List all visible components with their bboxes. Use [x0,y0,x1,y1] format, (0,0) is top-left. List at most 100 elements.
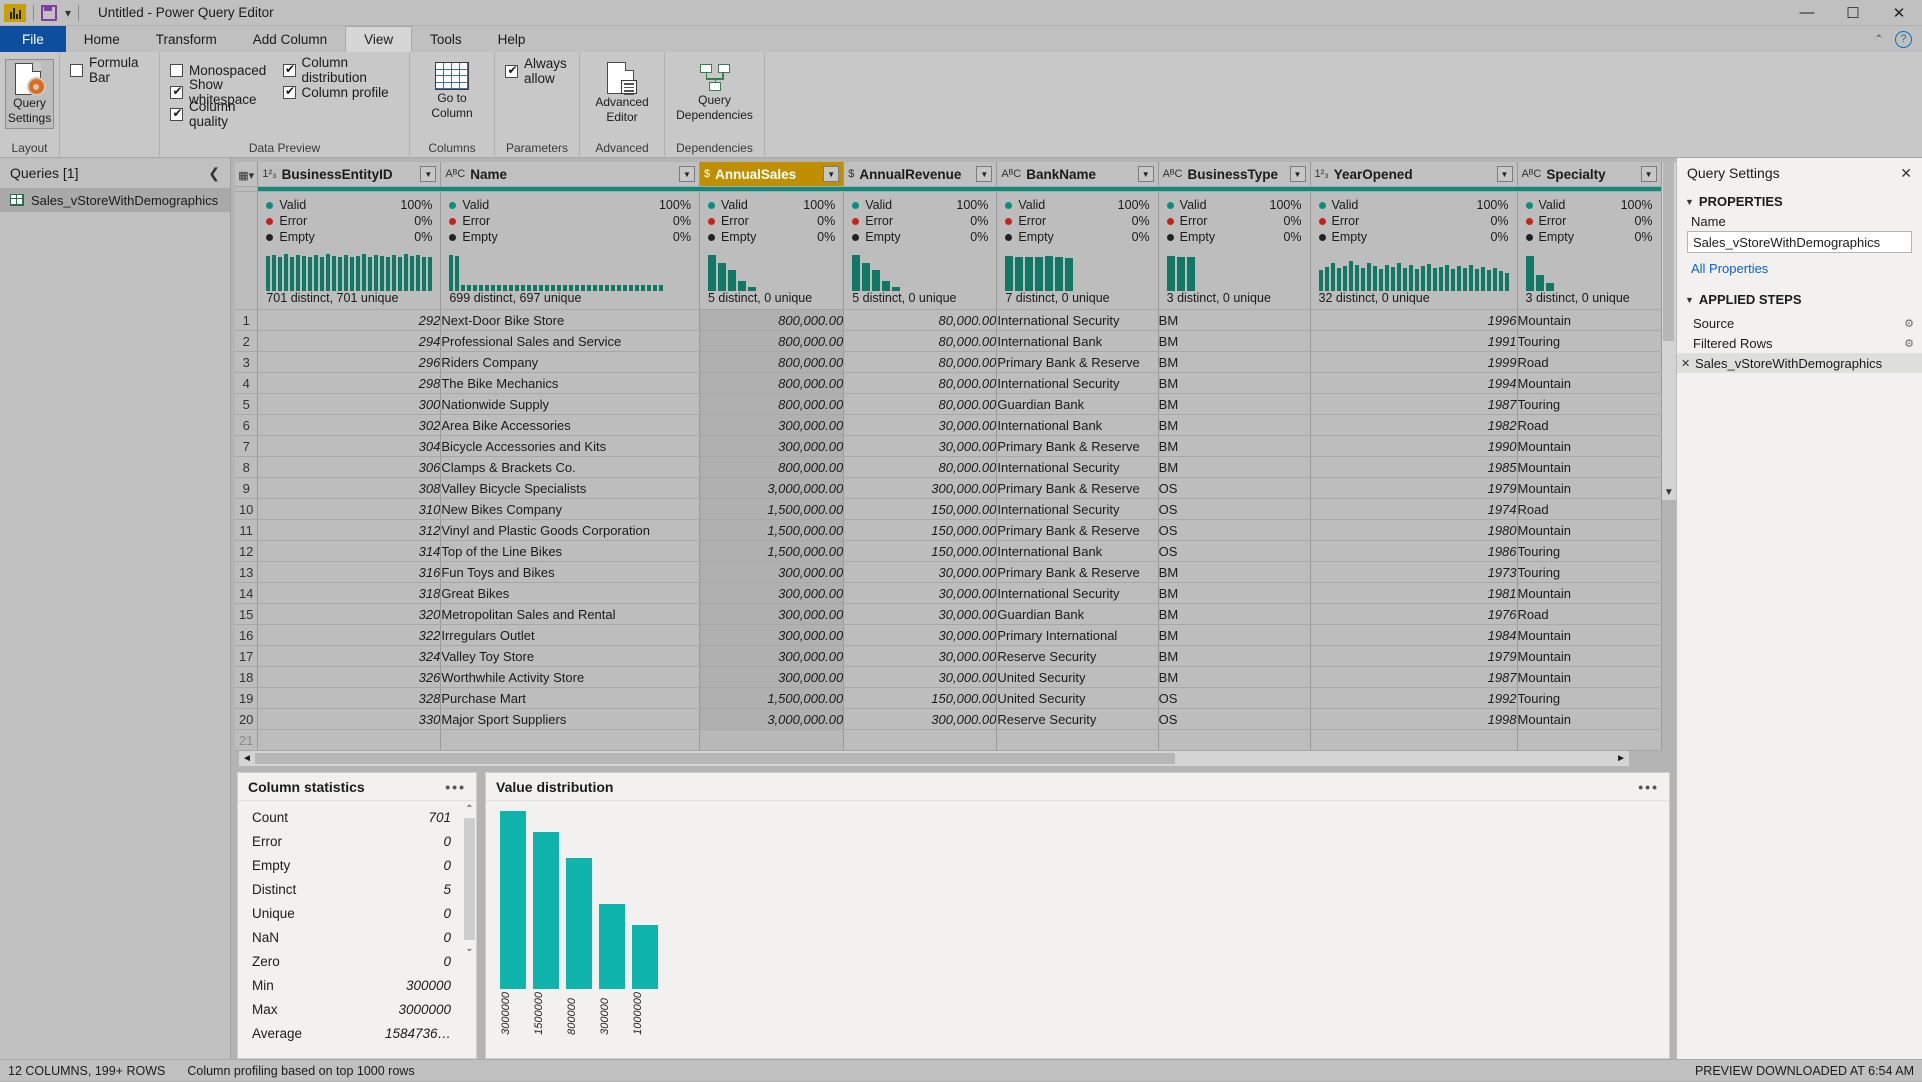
grid-vertical-scrollbar[interactable]: ▲ ▼ [1661,161,1676,500]
cell-annualsales[interactable]: 300,000.00 [699,603,845,625]
cell-name[interactable]: Area Bike Accessories [440,414,700,436]
cell-bankname[interactable]: International Security [996,456,1159,478]
cell-yearopened[interactable]: 1976 [1310,603,1518,625]
cell-yearopened[interactable]: 1992 [1310,687,1518,709]
table-row[interactable]: 15 320 Metropolitan Sales and Rental 300,00… [235,603,1662,625]
cell-businesstype[interactable]: OS [1158,477,1311,499]
cell-businessentityid[interactable]: 310 [257,498,442,520]
cell-businessentityid[interactable]: 316 [257,561,442,583]
cell-annualrevenue[interactable]: 80,000.00 [843,351,998,373]
cell-name[interactable]: Metropolitan Sales and Rental [440,603,700,625]
minimize-button[interactable]: — [1784,0,1830,26]
cell-name[interactable]: Irregulars Outlet [440,624,700,646]
cell-yearopened[interactable]: 1974 [1310,498,1518,520]
table-row[interactable]: 10 310 New Bikes Company 1,500,000.00 150,00… [235,498,1662,520]
cell-name[interactable]: Major Sport Suppliers [440,708,700,730]
cell-annualsales[interactable]: 1,500,000.00 [699,519,845,541]
delete-step-icon[interactable]: ✕ [1681,357,1693,370]
cell-annualrevenue[interactable]: 300,000.00 [843,708,998,730]
cell-annualrevenue[interactable]: 30,000.00 [843,414,998,436]
cell-yearopened[interactable]: 1981 [1310,582,1518,604]
column-distribution-checkbox[interactable] [282,62,297,77]
cell-name[interactable]: Professional Sales and Service [440,330,700,352]
cell-bankname[interactable]: Guardian Bank [996,603,1159,625]
go-to-column-button[interactable]: Go to Column [420,59,484,123]
cell-bankname[interactable]: International Bank [996,540,1159,562]
query-list-item-sales-vstorewithdemographics[interactable]: Sales_vStoreWithDemographics [0,188,230,212]
cell-businessentityid[interactable]: 294 [257,330,442,352]
query-name-input[interactable]: Sales_vStoreWithDemographics [1687,231,1912,253]
checkbox-row-column-distribution[interactable]: Column distribution [282,55,399,85]
table-row[interactable]: 20 330 Major Sport Suppliers 3,000,000.00 30… [235,708,1662,730]
cell-businessentityid[interactable]: 312 [257,519,442,541]
cell-specialty[interactable]: Touring [1517,687,1662,709]
cell-specialty[interactable]: Road [1517,498,1662,520]
cell-specialty[interactable]: Road [1517,414,1662,436]
cell-businessentityid[interactable]: 320 [257,603,442,625]
cell-name[interactable]: Great Bikes [440,582,700,604]
table-row[interactable]: 11 312 Vinyl and Plastic Goods Corporation… [235,519,1662,541]
column-header-specialty[interactable]: AᴮC Specialty ▼ [1517,162,1661,186]
cell-businessentityid[interactable]: 300 [257,393,442,415]
cell-businesstype[interactable]: BM [1158,456,1311,478]
cell-bankname[interactable]: International Security [996,372,1159,394]
cell-yearopened[interactable]: 1998 [1310,708,1518,730]
quick-access-caret-icon[interactable]: ▾ [65,6,71,20]
cell-businessentityid[interactable]: 322 [257,624,442,646]
table-row[interactable]: 21 [235,729,1662,751]
cell-businessentityid[interactable]: 330 [257,708,442,730]
ellipsis-icon[interactable]: ••• [1638,779,1659,795]
cell-businesstype[interactable]: BM [1158,351,1311,373]
tab-view[interactable]: View [345,26,413,52]
cell-annualsales[interactable]: 300,000.00 [699,561,845,583]
cell-yearopened[interactable]: 1991 [1310,330,1518,352]
column-header-bankname[interactable]: AᴮC BankName ▼ [997,162,1158,186]
cell-annualrevenue[interactable]: 30,000.00 [843,666,998,688]
cell-specialty[interactable]: Mountain [1517,372,1662,394]
cell-businesstype[interactable]: BM [1158,330,1311,352]
column-header-yearopened[interactable]: 1²₃ YearOpened ▼ [1310,162,1517,186]
table-row[interactable]: 5 300 Nationwide Supply 800,000.00 80,000.00… [235,393,1662,415]
cell-businessentityid[interactable]: 292 [257,309,442,331]
cell-annualsales[interactable]: 3,000,000.00 [699,708,845,730]
column-filter-dropdown-icon[interactable]: ▼ [420,166,437,182]
collapse-ribbon-icon[interactable]: ⌃ [1875,34,1883,45]
scroll-thumb[interactable] [464,818,475,940]
cell-businessentityid[interactable]: 298 [257,372,442,394]
column-filter-dropdown-icon[interactable]: ▼ [976,166,993,182]
column-distribution-sparkline[interactable] [258,245,441,291]
cell-annualrevenue[interactable]: 30,000.00 [843,435,998,457]
cell-yearopened[interactable]: 1987 [1310,393,1518,415]
checkbox-row-formula-bar[interactable]: Formula Bar [70,55,149,85]
distribution-bar[interactable] [566,857,592,989]
cell-specialty[interactable]: Mountain [1517,645,1662,667]
cell-businesstype[interactable]: OS [1158,708,1311,730]
cell-specialty[interactable]: Touring [1517,540,1662,562]
cell-yearopened[interactable]: 1990 [1310,435,1518,457]
table-row[interactable]: 1 292 Next-Door Bike Store 800,000.00 80,000… [235,309,1662,331]
column-distribution-sparkline[interactable] [844,245,997,291]
save-icon[interactable] [41,4,57,21]
cell-annualrevenue[interactable]: 30,000.00 [843,603,998,625]
cell-bankname[interactable]: Primary Bank & Reserve [996,519,1159,541]
cell-businessentityid[interactable]: 326 [257,666,442,688]
all-properties-link[interactable]: All Properties [1677,253,1922,280]
cell-businesstype[interactable]: BM [1158,666,1311,688]
cell-name[interactable]: Purchase Mart [440,687,700,709]
cell-specialty[interactable]: Mountain [1517,477,1662,499]
table-row[interactable]: 16 322 Irregulars Outlet 300,000.00 30,000.0… [235,624,1662,646]
cell-annualsales[interactable]: 300,000.00 [699,582,845,604]
help-icon[interactable]: ? [1895,30,1912,48]
cell-name[interactable]: Bicycle Accessories and Kits [440,435,700,457]
table-row[interactable]: 3 296 Riders Company 800,000.00 80,000.00 Pri… [235,351,1662,373]
cell-annualsales[interactable]: 300,000.00 [699,666,845,688]
formula-bar-checkbox[interactable] [70,63,83,77]
show-whitespace-checkbox[interactable] [170,84,184,99]
cell-annualsales[interactable]: 800,000.00 [699,456,845,478]
cell-annualsales[interactable]: 300,000.00 [699,624,845,646]
cell-bankname[interactable]: International Security [996,498,1159,520]
cell-name[interactable]: Valley Toy Store [440,645,700,667]
scroll-left-arrow-icon[interactable]: ◄ [239,753,255,764]
cell-yearopened[interactable]: 1987 [1310,666,1518,688]
cell-businesstype[interactable]: OS [1158,687,1311,709]
